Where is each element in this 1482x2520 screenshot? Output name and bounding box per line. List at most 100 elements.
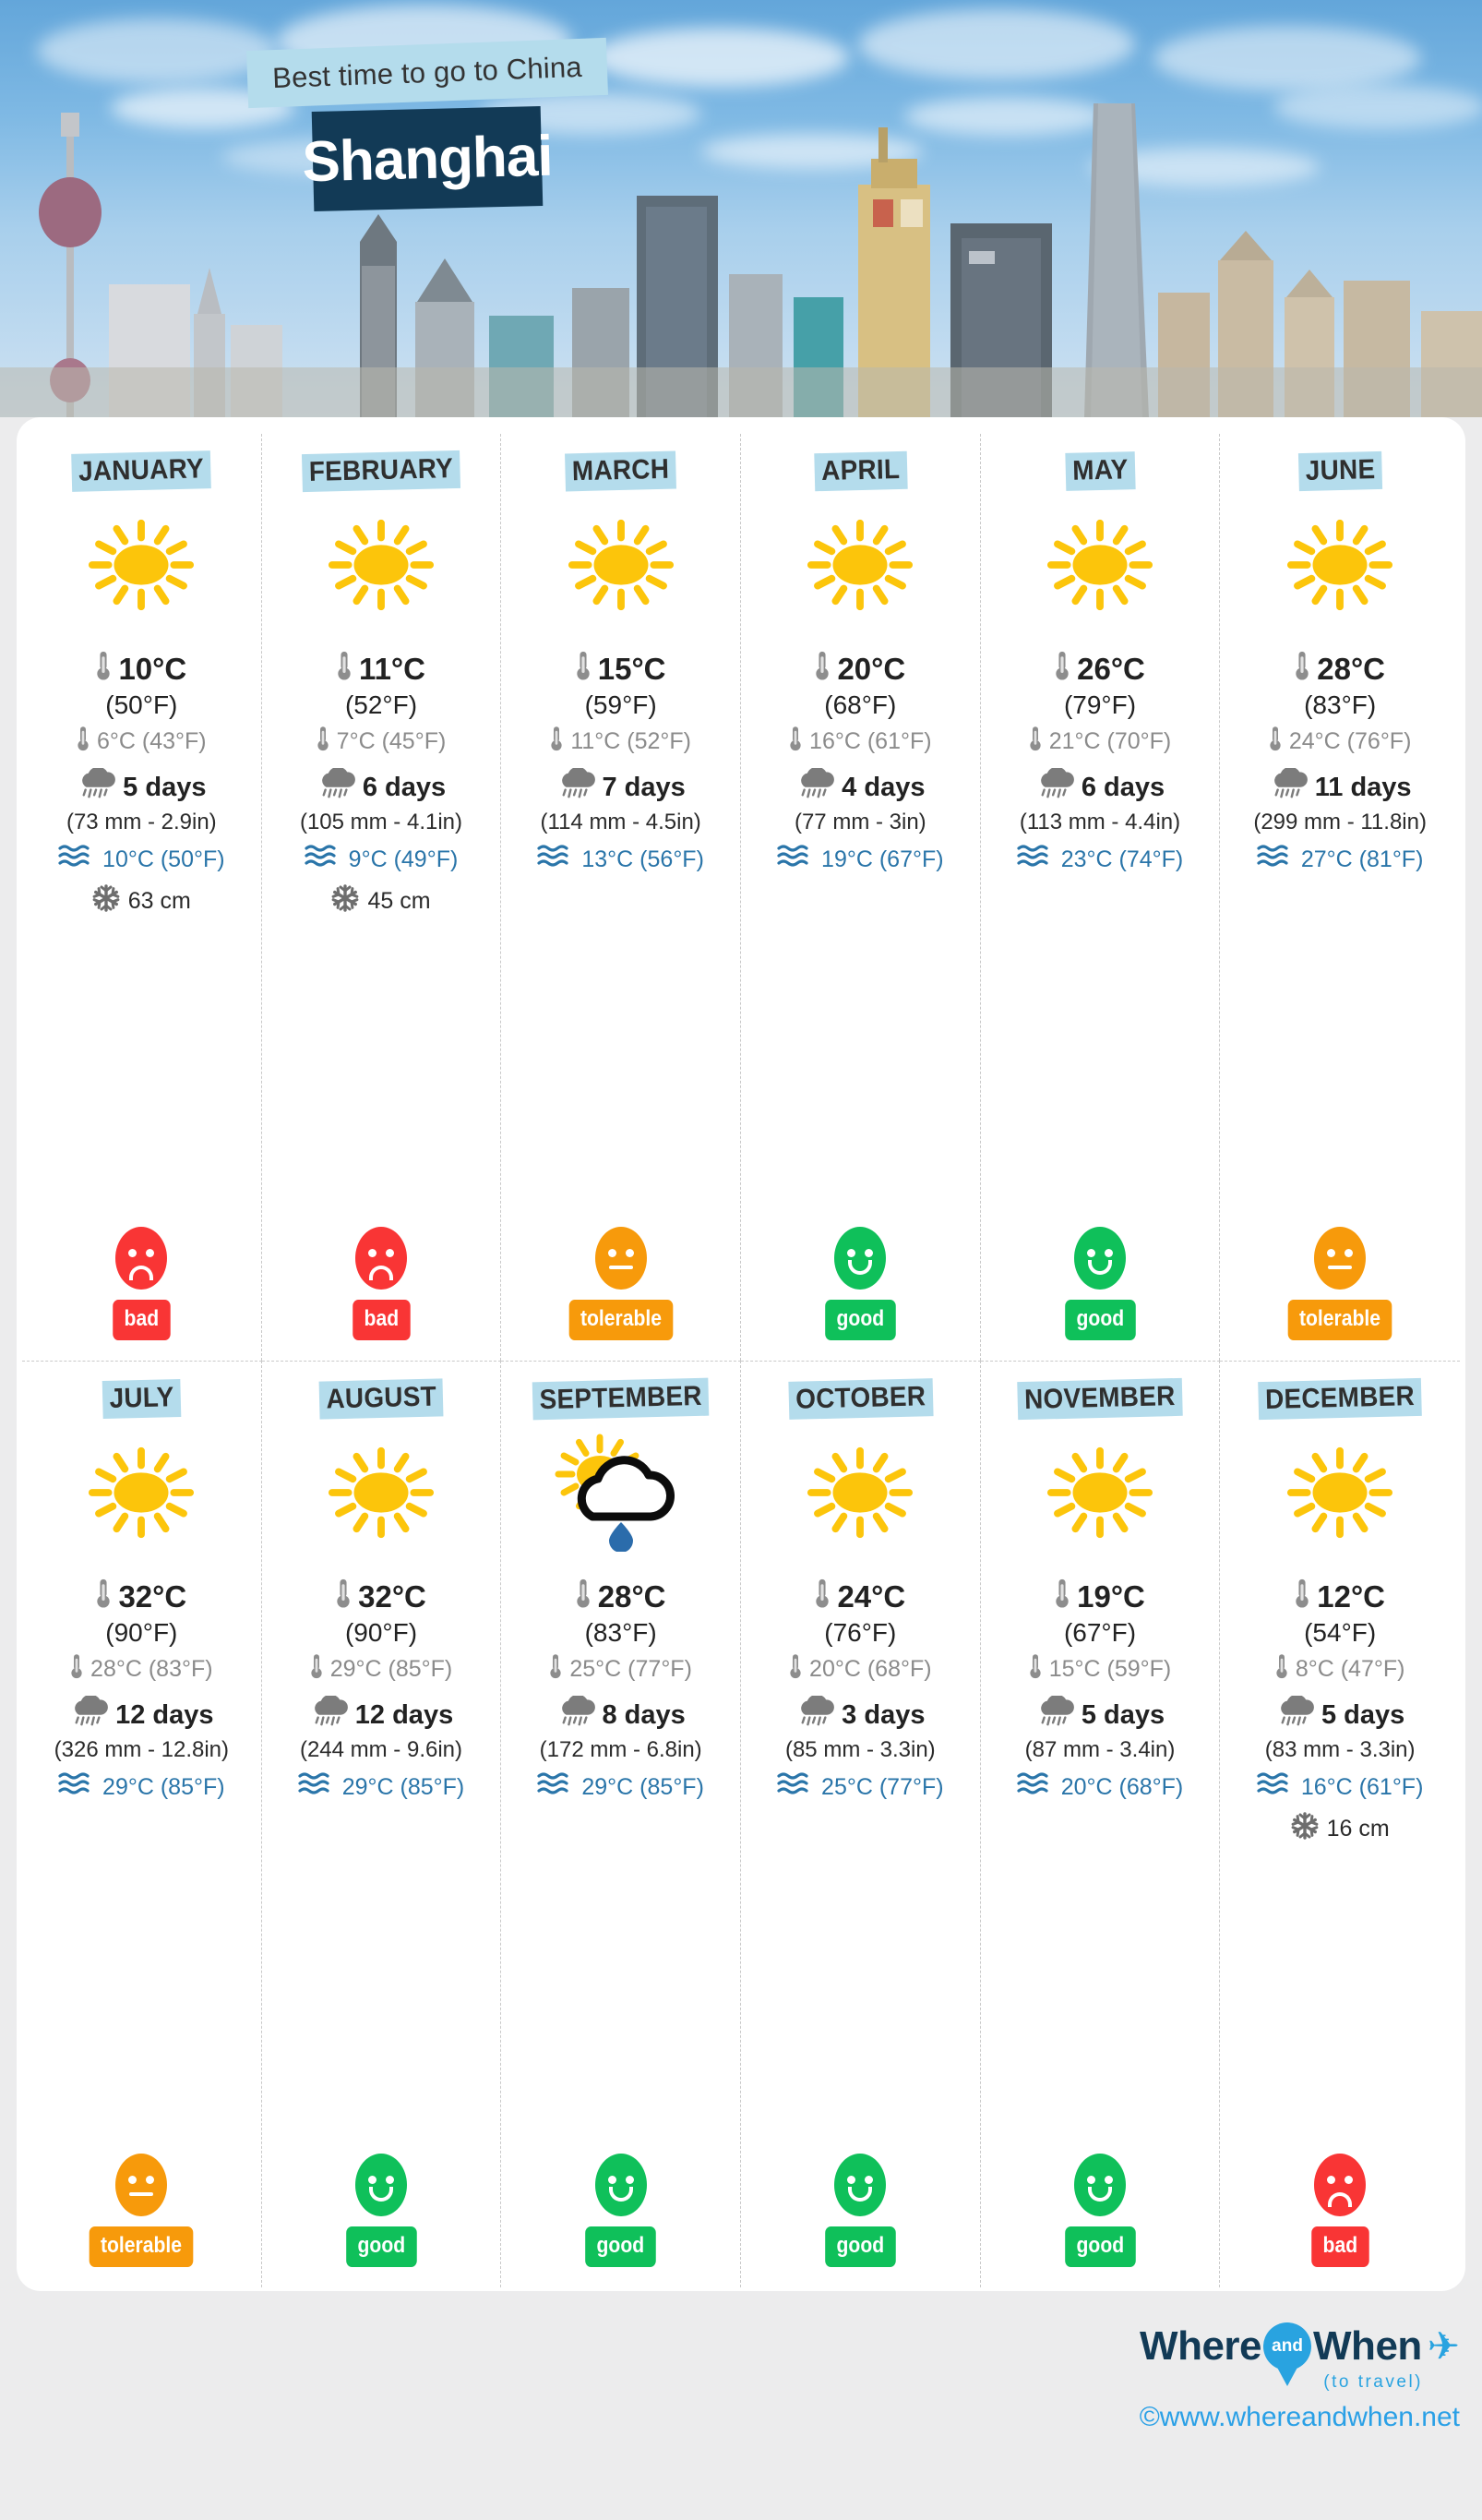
site-logo[interactable]: Where and When ✈ (to travel) ©www.wherea… [1140,2322,1460,2433]
rain-days-row: 5 days [1275,1696,1404,1734]
rain-amount-value: (77 mm - 3in) [795,810,926,835]
mouth [129,1266,153,1280]
snow-slot: 63 cm [92,880,191,922]
thermometer-icon [1055,1577,1070,1617]
min-temperature-row: 20°C (68°F) [789,1652,932,1686]
verdict-face-icon [1314,1227,1366,1290]
eye-left [368,2176,376,2184]
mouth [1088,1260,1112,1275]
rain-cloud-icon [309,1696,348,1734]
rain-days-row: 7 days [556,768,686,807]
thermometer-icon [1269,725,1282,752]
eye-left [1327,1249,1335,1257]
sun-icon [327,496,436,634]
eye-right [1345,1249,1353,1257]
verdict-badge: tolerable [1288,1300,1392,1340]
rain-days-row: 6 days [1035,768,1165,807]
thermometer-icon [317,725,329,752]
eye-left [847,1249,855,1257]
sea-temperature-icon [58,1771,95,1797]
rain-days-row: 4 days [795,768,925,807]
thermometer-icon [815,1577,830,1610]
thermometer-icon [815,649,830,682]
verdict-face-icon [355,1227,407,1290]
month-name-banner: OCTOBER [783,1378,938,1420]
eye-left [1087,2176,1095,2184]
rain-amount-value: (73 mm - 2.9in) [66,810,217,835]
sun-icon [327,1423,436,1562]
verdict-badge: good [1065,1300,1135,1340]
min-temperature-row: 6°C (43°F) [77,725,207,759]
sea-temp-value: 29°C (85°F) [102,1774,225,1801]
min-temperature-row: 21°C (70°F) [1029,725,1172,759]
rain-cloud-icon [1035,1696,1074,1727]
max-temp-fahrenheit: (67°F) [1064,1618,1136,1648]
thermometer-icon [815,1577,830,1617]
sea-temperature-row: 23°C (74°F) [1017,844,1184,876]
sea-temperature-icon [298,1771,335,1797]
min-temperature-row: 25°C (77°F) [549,1652,692,1686]
thermometer-icon [549,1652,562,1686]
month-name: NOVEMBER [1017,1378,1182,1420]
eye-left [1087,1249,1095,1257]
month-name-banner: APRIL [810,451,910,492]
thermometer-icon [789,1652,802,1686]
months-card: JANUARY 10°C (50°F) 6°C (43°F) 5 days (7… [17,417,1465,2291]
month-name-banner: AUGUST [314,1378,448,1420]
sun-icon [327,1438,436,1547]
rain-amount-value: (83 mm - 3.3in) [1265,1737,1416,1763]
sea-temperature-icon [305,844,341,876]
mouth [848,2187,872,2202]
sun-icon [1285,510,1394,619]
thermometer-icon [70,1652,83,1680]
snowflake-icon [331,884,359,912]
rain-cloud-icon [317,768,355,799]
sea-temp-value: 20°C (68°F) [1061,1774,1184,1801]
thermometer-icon [576,1577,591,1610]
month-name-banner: JUNE [1295,451,1385,491]
rain-days-row: 5 days [77,768,206,807]
max-temperature-row: 32°C [96,1577,186,1617]
logo-and: and [1272,2336,1303,2357]
snow-slot [603,1807,639,1850]
verdict-face-icon [595,1227,647,1290]
max-temperature-row: 10°C [96,649,186,690]
rain-cloud-icon [556,768,595,799]
sun-cloud-rain-icon [552,1423,690,1562]
min-temperature-row: 29°C (85°F) [310,1652,453,1686]
eye-left [608,1249,616,1257]
thermometer-icon [1029,1652,1042,1680]
logo-when: When [1313,2323,1422,2370]
thermometer-icon [96,649,111,690]
eye-right [386,2176,394,2184]
max-temp-fahrenheit: (52°F) [345,690,417,720]
thermometer-icon [96,1577,111,1610]
sea-temperature-row: 29°C (85°F) [298,1771,465,1804]
verdict-badge: tolerable [90,2226,194,2267]
eye-right [1105,2176,1113,2184]
thermometer-icon [1029,725,1042,752]
logo-where: Where [1140,2323,1261,2370]
month-name: FEBRUARY [302,450,460,492]
sea-temperature-icon [777,844,814,870]
sun-icon [87,496,196,634]
max-temp-celsius: 19°C [1077,1579,1145,1614]
month-name-banner: MARCH [561,450,681,491]
rain-days-row: 6 days [317,768,446,807]
month-card: AUGUST 32°C (90°F) 29°C (85°F) 12 days (… [262,1361,502,2287]
max-temp-celsius: 12°C [1317,1579,1385,1614]
verdict-face-icon [355,2154,407,2216]
eye-left [128,2176,137,2184]
verdict-block: good [580,2154,661,2287]
sea-temperature-row: 10°C (50°F) [58,844,225,876]
month-card: NOVEMBER 19°C (67°F) 15°C (59°F) 5 days [981,1361,1221,2287]
rain-cloud-icon [1275,1696,1314,1727]
sea-temperature-icon [1017,1771,1054,1804]
month-card: DECEMBER 12°C (54°F) 8°C (47°F) 5 days (… [1220,1361,1460,2287]
snow-row: 63 cm [92,884,191,918]
website-url[interactable]: ©www.whereandwhen.net [1140,2402,1460,2433]
sea-temperature-row: 29°C (85°F) [58,1771,225,1804]
thermometer-icon [550,725,563,759]
verdict-face-icon [115,1227,167,1290]
sun-cloud-rain-icon [552,1434,690,1552]
